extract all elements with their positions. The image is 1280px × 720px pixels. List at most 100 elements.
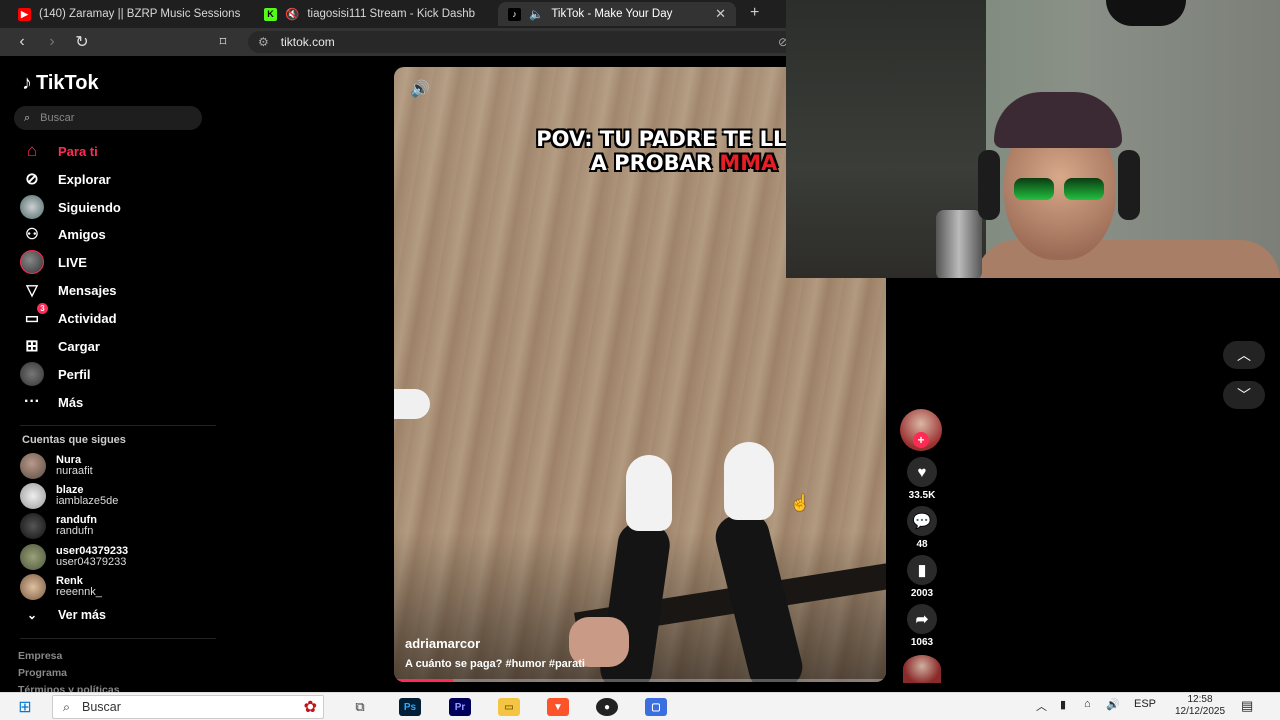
following-account[interactable]: user04379233 user04379233 [20,543,128,571]
webcam-sunglasses-left [1014,178,1054,200]
screen: ▶ (140) Zaramay || BZRP Music Sessions K… [0,0,1280,720]
app-window-icon[interactable]: ▢ [645,697,667,717]
language-indicator[interactable]: ESP [1134,698,1156,710]
following-account[interactable]: randufn randufn [20,512,97,540]
account-handle: user04379233 [56,556,127,568]
save-button[interactable]: ▮ 2003 [900,555,944,599]
sidebar-divider [20,638,216,639]
tab-kick[interactable]: K 🔇 tiagosisi111 Stream - Kick Dashb [254,3,490,25]
account-avatar [20,574,46,600]
account-handle: randufn [56,525,94,537]
heart-icon[interactable]: ♥ [907,457,937,487]
speaker-icon[interactable]: 🔈 [529,7,543,21]
nav-para-ti[interactable]: ⌂ Para ti [20,140,98,162]
file-explorer-icon[interactable]: ▭ [498,697,520,717]
premiere-icon[interactable]: Pr [449,697,471,717]
share-count: 1063 [910,637,934,648]
taskbar-clock[interactable]: 12:58 12/12/2025 [1160,694,1240,718]
webcam-sunglasses-right [1064,178,1104,200]
obs-icon[interactable]: ● [596,697,618,717]
new-tab-button[interactable]: + [750,4,759,22]
youtube-icon: ▶ [18,7,31,21]
nav-cargar[interactable]: ⊞ Cargar [20,335,100,357]
follow-plus-icon[interactable]: + [913,432,929,448]
tiktok-icon: ♪ [508,7,521,21]
following-account[interactable]: blaze iamblaze5de [20,482,118,510]
bookmark-icon[interactable]: ⌑ [213,32,233,52]
windows-taskbar: ⊞ ⌕ Buscar ✿ ⧉ Ps Pr ▭ ▼ ● ▢ ︿ ▮ ⌂ 🔊 ESP… [0,692,1280,720]
nav-label: Mensajes [58,282,117,298]
windows-start-icon[interactable]: ⊞ [14,697,36,717]
tiktok-note-icon: ♪ [22,72,32,94]
network-icon[interactable]: ⌂ [1084,698,1091,710]
logo-text: TikTok [36,72,99,94]
hand-cursor-icon: ☝ [790,495,810,512]
brave-browser-icon[interactable]: ▼ [547,697,569,717]
tab-title: TikTok - Make Your Day [551,8,673,20]
following-account[interactable]: Renk reeennk_ [20,573,102,601]
caption-highlight: MMA [719,151,778,175]
following-section-title: Cuentas que sigues [22,434,126,446]
taskbar-search-input[interactable]: ⌕ Buscar ✿ [52,695,324,719]
compass-icon: ⊘ [25,171,39,188]
address-bar[interactable]: ⚙ tiktok.com ⊘ [248,31,808,53]
close-tab-icon[interactable]: ✕ [715,6,726,22]
tab-tiktok[interactable]: ♪ 🔈 TikTok - Make Your Day ✕ [498,2,736,26]
muted-icon[interactable]: 🔇 [285,7,299,21]
following-account[interactable]: Nura nuraafit [20,452,93,480]
notifications-icon[interactable]: ▤ [1241,698,1253,714]
live-avatar-icon [20,250,44,274]
tray-device-icon[interactable]: ▮ [1060,698,1066,711]
reload-icon[interactable]: ↻ [72,32,92,52]
sidebar-divider [20,425,216,426]
footer-link-empresa[interactable]: Empresa [18,650,62,662]
share-button[interactable]: ➦ 1063 [900,604,944,648]
video-progress-fill [394,679,454,682]
nav-label: Siguiendo [58,199,121,215]
comment-count: 48 [916,539,928,550]
share-icon[interactable]: ➦ [907,604,937,634]
volume-tray-icon[interactable]: 🔊 [1106,698,1120,711]
tiktok-logo[interactable]: ♪ TikTok [22,72,99,95]
site-settings-icon[interactable]: ⚙ [258,35,269,49]
webcam-overlay [786,0,1280,278]
nav-siguiendo[interactable]: Siguiendo [20,195,121,219]
footer-link-programa[interactable]: Programa [18,667,67,679]
video-author[interactable]: adriamarcor [405,636,480,651]
volume-icon[interactable]: 🔊 [410,79,430,99]
forward-icon[interactable]: › [42,32,62,52]
next-video-button[interactable]: ﹀ [1223,381,1265,409]
bookmark-icon[interactable]: ▮ [907,555,937,585]
photoshop-icon[interactable]: Ps [399,697,421,717]
webcam-bottle [936,210,982,278]
task-view-icon[interactable]: ⧉ [349,697,371,717]
music-disc-avatar[interactable] [903,655,941,683]
send-icon: ▽ [26,282,38,299]
nav-perfil[interactable]: Perfil [20,362,91,386]
footer-link-terminos[interactable]: Términos y políticas [18,684,120,692]
nav-mas[interactable]: ··· Más [20,391,83,413]
back-icon[interactable]: ‹ [12,32,32,52]
account-avatar [20,453,46,479]
nav-actividad[interactable]: ▭ 3 Actividad [20,303,117,329]
video-progress-bar[interactable] [394,679,886,682]
tray-chevron-up-icon[interactable]: ︿ [1036,698,1047,714]
comment-icon[interactable]: 💬 [907,506,937,536]
nav-explorar[interactable]: ⊘ Explorar [20,168,110,190]
see-more-button[interactable]: ⌄ Ver más [20,604,106,626]
nav-label: Para ti [58,143,98,159]
nav-amigos[interactable]: ⚇ Amigos [20,223,105,245]
video-shoe-right [724,442,774,520]
nav-mensajes[interactable]: ▽ Mensajes [20,279,117,301]
more-dots-icon: ··· [24,393,40,410]
webcam-headset-left [978,150,1000,220]
like-button[interactable]: ♥ 33.5K [900,457,944,501]
tab-youtube[interactable]: ▶ (140) Zaramay || BZRP Music Sessions [8,3,244,25]
url-text: tiktok.com [280,35,335,49]
nav-live[interactable]: LIVE [20,250,87,274]
video-shoe-left [626,455,672,531]
search-input[interactable]: ⌕ Buscar [14,106,202,130]
comment-button[interactable]: 💬 48 [900,506,944,550]
previous-video-button[interactable]: ︿ [1223,341,1265,369]
chevron-down-icon: ⌄ [26,608,38,622]
